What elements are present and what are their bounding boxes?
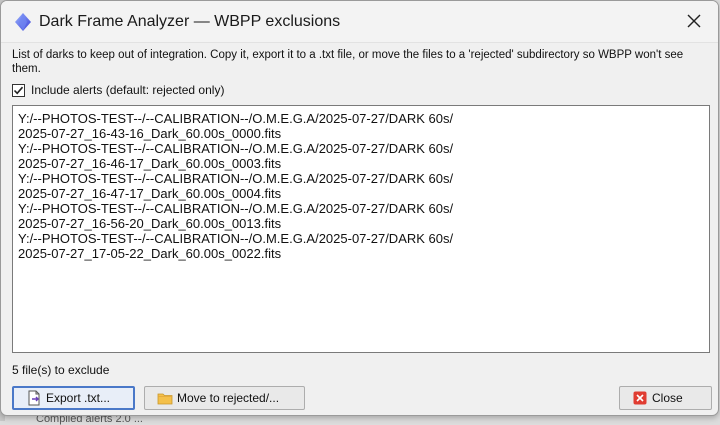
include-alerts-label: Include alerts (default: rejected only) (31, 83, 225, 97)
excluded-files-textbox[interactable]: Y:/--PHOTOS-TEST--/--CALIBRATION--/O.M.E… (12, 105, 710, 353)
file-dir-line: Y:/--PHOTOS-TEST--/--CALIBRATION--/O.M.E… (18, 141, 454, 156)
file-dir-line: Y:/--PHOTOS-TEST--/--CALIBRATION--/O.M.E… (18, 171, 454, 186)
close-icon (687, 14, 701, 28)
window-title: Dark Frame Analyzer — WBPP exclusions (39, 13, 341, 30)
file-dir-line: Y:/--PHOTOS-TEST--/--CALIBRATION--/O.M.E… (18, 231, 454, 246)
file-name-line: 2025-07-27_16-43-16_Dark_60.00s_0000.fit… (18, 126, 282, 141)
file-name-line: 2025-07-27_16-46-17_Dark_60.00s_0003.fit… (18, 156, 282, 171)
description-text: List of darks to keep out of integration… (12, 49, 684, 75)
title-bar[interactable]: Dark Frame Analyzer — WBPP exclusions (1, 1, 718, 43)
export-document-icon (26, 390, 42, 406)
file-name-line: 2025-07-27_17-05-22_Dark_60.00s_0022.fit… (18, 246, 282, 261)
close-window-button[interactable] (676, 5, 712, 37)
export-button-label: Export .txt... (46, 391, 111, 405)
include-alerts-row[interactable]: Include alerts (default: rejected only) (12, 82, 224, 98)
exclude-count-status: 5 file(s) to exclude (12, 363, 110, 377)
close-button-label: Close (652, 391, 683, 405)
close-button[interactable]: Close (619, 386, 712, 410)
checkmark-icon (13, 86, 24, 94)
move-button-label: Move to rejected/... (177, 391, 280, 405)
file-name-line: 2025-07-27_16-56-20_Dark_60.00s_0013.fit… (18, 216, 282, 231)
wbpp-exclusions-dialog: Dark Frame Analyzer — WBPP exclusions Li… (0, 0, 719, 416)
move-to-rejected-button[interactable]: Move to rejected/... (144, 386, 305, 410)
close-red-icon (632, 390, 648, 406)
app-diamond-icon (13, 12, 33, 32)
include-alerts-checkbox[interactable] (12, 83, 25, 97)
folder-icon (157, 390, 173, 406)
file-dir-line: Y:/--PHOTOS-TEST--/--CALIBRATION--/O.M.E… (18, 111, 454, 126)
file-name-line: 2025-07-27_16-47-17_Dark_60.00s_0004.fit… (18, 186, 282, 201)
export-txt-button[interactable]: Export .txt... (12, 386, 135, 410)
file-dir-line: Y:/--PHOTOS-TEST--/--CALIBRATION--/O.M.E… (18, 201, 454, 216)
